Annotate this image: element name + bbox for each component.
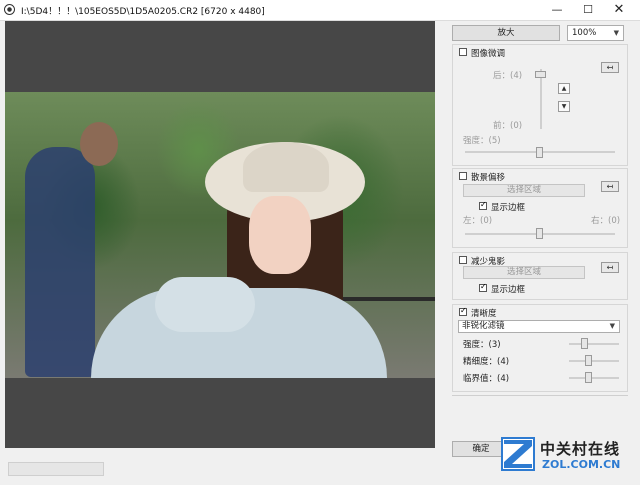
bokeh-show-border-checkbox[interactable] — [479, 200, 487, 210]
ghost-show-border-label: 显示边框 — [491, 285, 526, 295]
depth-slider-thumb[interactable] — [535, 71, 546, 78]
chevron-down-icon: ▼ — [609, 322, 615, 330]
shift-slider-thumb[interactable] — [536, 228, 543, 239]
strength-value-label: 强度：(5) — [463, 136, 501, 146]
left-value-label: 左：(0) — [463, 216, 493, 226]
adjustment-panel: 放大 100% ▼ 图像微调 ↤ 后：(4) ▲ ▼ 前：(0) 强度：(5) … — [443, 21, 640, 485]
close-button[interactable]: ✕ — [604, 0, 634, 20]
preview-photo — [5, 92, 435, 378]
ghost-show-border-checkbox[interactable] — [479, 282, 487, 292]
window-title: I:\5D4！！！\105EOS5D\1D5A0205.CR2 [6720 x … — [21, 7, 265, 17]
fineness-label: 精细度：(4) — [463, 357, 510, 367]
photo-face — [249, 196, 311, 274]
app-icon — [4, 4, 15, 15]
watermark-en: ZOL.COM.CN — [542, 458, 621, 471]
sharpness-label: 清晰度 — [471, 309, 497, 319]
chevron-down-icon: ▼ — [613, 29, 619, 37]
zol-logo-icon — [501, 437, 535, 471]
ghost-reduction-reset-icon[interactable]: ↤ — [601, 262, 619, 273]
image-adjust-checkbox[interactable] — [459, 48, 467, 56]
right-value-label: 右：(0) — [591, 216, 621, 226]
photo-background-person — [25, 147, 95, 377]
bokeh-show-border-label: 显示边框 — [491, 203, 526, 213]
bokeh-shift-checkbox[interactable] — [459, 172, 467, 180]
threshold-thumb[interactable] — [585, 372, 592, 383]
bokeh-shift-label: 散景偏移 — [471, 173, 506, 183]
zoom-button[interactable]: 放大 — [452, 25, 560, 41]
depth-slider-track[interactable] — [540, 69, 542, 129]
ghost-reduction-checkbox[interactable] — [459, 256, 467, 264]
progress-box — [8, 462, 104, 476]
sharpness-checkbox[interactable] — [459, 306, 467, 316]
photo-arm — [155, 277, 255, 332]
back-value-label: 后：(4) — [493, 71, 523, 81]
fineness-track[interactable] — [569, 360, 619, 362]
watermark-cn: 中关村在线 — [540, 440, 621, 458]
up-arrow-button[interactable]: ▲ — [558, 83, 570, 94]
image-preview[interactable] — [5, 21, 435, 448]
panel-divider — [452, 395, 628, 396]
image-adjust-label: 图像微调 — [471, 49, 506, 59]
ghost-select-area-button[interactable]: 选择区域 — [463, 266, 585, 279]
strength-slider-thumb[interactable] — [536, 147, 543, 158]
minimize-button[interactable]: — — [542, 0, 572, 20]
sharpness-strength-track[interactable] — [569, 343, 619, 345]
bokeh-select-area-button[interactable]: 选择区域 — [463, 184, 585, 197]
sharpen-filter-select[interactable]: 非锐化滤镜 ▼ — [458, 320, 620, 333]
photo-hat-crown — [243, 142, 329, 192]
title-bar: I:\5D4！！！\105EOS5D\1D5A0205.CR2 [6720 x … — [0, 0, 640, 21]
threshold-label: 临界值：(4) — [463, 374, 510, 384]
maximize-button[interactable]: ☐ — [573, 0, 603, 20]
sharpness-strength-thumb[interactable] — [581, 338, 588, 349]
sharpness-strength-label: 强度：(3) — [463, 340, 501, 350]
fineness-thumb[interactable] — [585, 355, 592, 366]
zoom-level-select[interactable]: 100% ▼ — [567, 25, 624, 41]
image-adjust-reset-icon[interactable]: ↤ — [601, 62, 619, 73]
zoom-level-value: 100% — [572, 28, 597, 38]
threshold-track[interactable] — [569, 377, 619, 379]
photo-background-head — [80, 122, 118, 166]
bokeh-shift-reset-icon[interactable]: ↤ — [601, 181, 619, 192]
sharpen-filter-value: 非锐化滤镜 — [462, 321, 505, 331]
front-value-label: 前：(0) — [493, 121, 523, 131]
down-arrow-button[interactable]: ▼ — [558, 101, 570, 112]
